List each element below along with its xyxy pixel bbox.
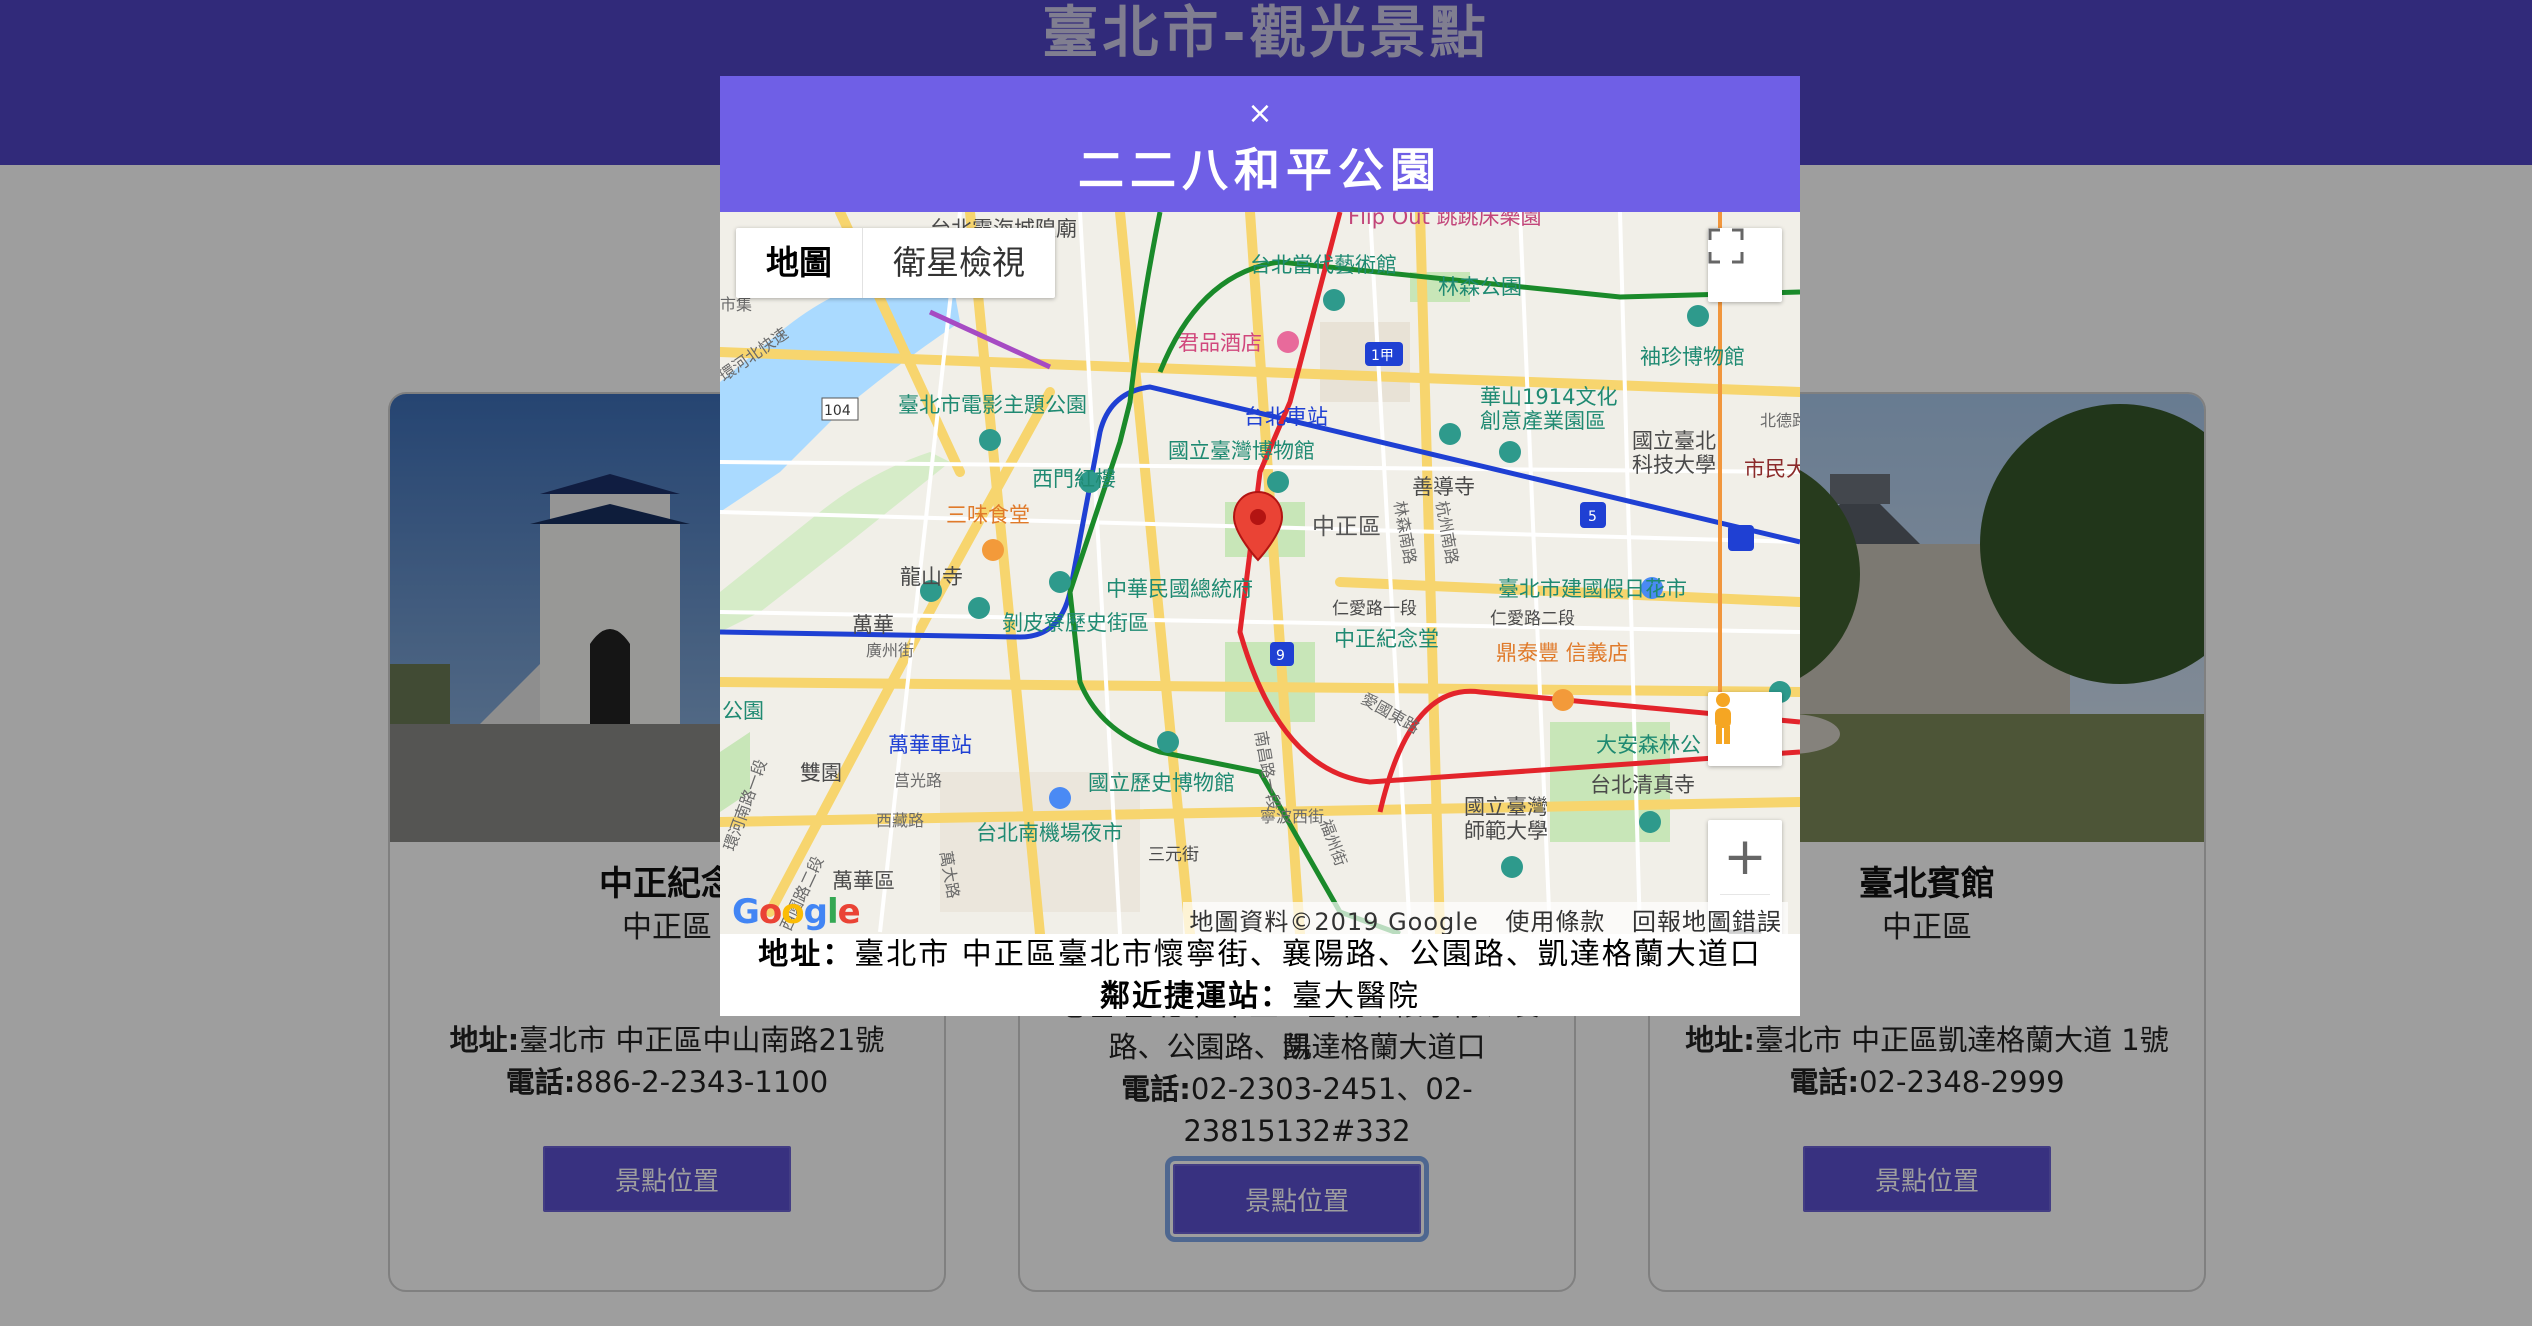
modal-info: 地址：臺北市 中正區臺北市懷寧街、襄陽路、公園路、凱達格蘭大道口 鄰近捷運站：臺… (720, 934, 1800, 1018)
map-label: 西門紅樓 (1032, 467, 1116, 491)
map-label: 莒光路 (894, 771, 942, 790)
map-label: 善導寺 (1412, 475, 1475, 499)
map-label: 國立臺北 (1632, 429, 1716, 453)
modal-title: 二二八和平公園 (1078, 143, 1442, 197)
modal-mrt: 鄰近捷運站：臺大醫院 (720, 976, 1800, 1018)
map-attribution: 地圖資料©2019 Google 使用條款 回報地圖錯誤 (1183, 902, 1788, 934)
map-label: 市民大 (1744, 457, 1800, 481)
map-label: 中華民國總統府 (1106, 577, 1253, 601)
map-label: 台北清真寺 (1590, 773, 1695, 797)
mrt-label: 鄰近捷運站： (1100, 979, 1292, 1014)
map-label: 國立臺灣博物館 (1168, 439, 1315, 463)
map-label: 雙園 (800, 761, 842, 785)
map-view[interactable]: 台北霞海城隍廟 Flip Out 跳跳床樂園 台北當代藝術館 林森公園 君品酒店… (720, 212, 1800, 934)
map-modal: × 二二八和平公園 Flip Out 跳跳床樂園 台北當代藝術館 林森公園 君品… (720, 76, 1800, 1016)
map-canvas: 台北霞海城隍廟 Flip Out 跳跳床樂園 台北當代藝術館 林森公園 君品酒店… (720, 212, 1800, 934)
map-data-credit: 地圖資料©2019 Google (1189, 908, 1479, 934)
map-label: 西藏路 (876, 811, 924, 830)
map-label: 剝皮寮歷史街區 (1002, 611, 1149, 635)
mrt-value: 臺大醫院 (1292, 979, 1420, 1014)
map-label: Flip Out 跳跳床樂園 (1348, 212, 1542, 229)
map-label: 台北當代藝術館 (1250, 253, 1397, 277)
map-label: 科技大學 (1632, 453, 1716, 477)
map-label: 中正紀念堂 (1334, 627, 1439, 651)
map-label: 台北南機場夜市 (976, 821, 1123, 845)
fullscreen-icon[interactable] (1708, 228, 1782, 302)
map-type-map[interactable]: 地圖 (736, 228, 863, 298)
map-label: 臺北市電影主題公園 (898, 393, 1087, 417)
map-label: 仁愛路一段 (1332, 599, 1417, 619)
zoom-in-button[interactable]: + (1708, 820, 1782, 894)
map-label: 北德路 (1760, 411, 1800, 430)
map-label: 三元街 (1148, 845, 1199, 865)
map-label: 國立歷史博物館 (1088, 771, 1235, 795)
map-type-control: 地圖 衛星檢視 (736, 228, 1055, 298)
close-icon[interactable]: × (1240, 94, 1280, 134)
terms-link[interactable]: 使用條款 (1505, 908, 1605, 934)
map-label: 1甲 (1371, 348, 1394, 364)
map-label: 鼎泰豐 信義店 (1496, 641, 1629, 665)
map-label: 廣州街 (866, 641, 914, 660)
map-label: 萬華 (852, 613, 894, 637)
map-label: 臺北市建國假日花市 (1498, 577, 1687, 601)
map-label: 國立臺灣 (1464, 795, 1548, 819)
map-label: 華山1914文化 (1480, 385, 1617, 409)
map-label: 萬華車站 (888, 733, 972, 757)
map-type-satellite[interactable]: 衛星檢視 (863, 228, 1055, 298)
pegman-icon[interactable] (1708, 692, 1782, 766)
map-label: 中正區 (1312, 514, 1381, 540)
map-label: 台北車站 (1244, 405, 1328, 429)
map-label: 創意產業園區 (1480, 409, 1606, 433)
map-label: 大安森林公 (1596, 733, 1701, 757)
map-label: 公園 (722, 699, 764, 723)
map-label: 君品酒店 (1178, 331, 1262, 355)
map-label: 龍山寺 (900, 565, 963, 589)
address-value: 臺北市 中正區臺北市懷寧街、襄陽路、公園路、凱達格蘭大道口 (854, 937, 1762, 972)
modal-address: 地址：臺北市 中正區臺北市懷寧街、襄陽路、公園路、凱達格蘭大道口 (720, 934, 1800, 976)
modal-header: × 二二八和平公園 (720, 76, 1800, 212)
map-label: 袖珍博物館 (1640, 345, 1745, 369)
map-label: 9 (1276, 648, 1285, 664)
map-label: 三味食堂 (946, 503, 1030, 527)
address-label: 地址： (758, 937, 855, 972)
map-label: 師範大學 (1464, 819, 1548, 843)
report-error-link[interactable]: 回報地圖錯誤 (1632, 908, 1782, 934)
map-label: 104 (824, 403, 851, 419)
map-label: 林森公園 (1438, 275, 1522, 299)
map-label: 5 (1588, 509, 1597, 525)
google-logo: Google (732, 892, 861, 932)
map-label: 仁愛路二段 (1490, 609, 1575, 629)
map-label: 萬華區 (832, 869, 895, 893)
